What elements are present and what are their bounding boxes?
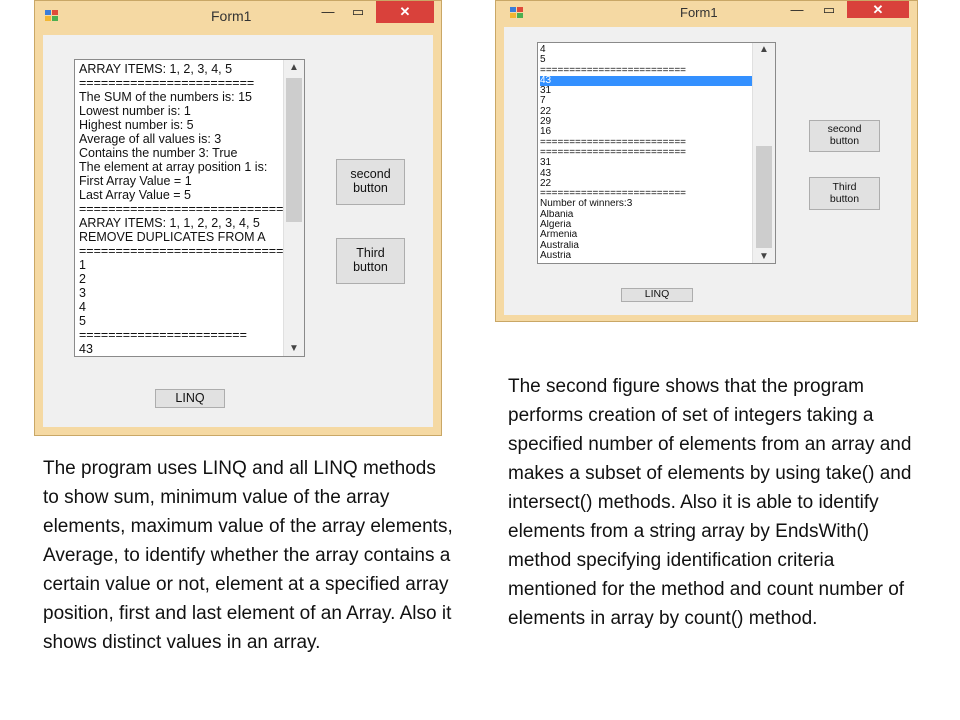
list-item[interactable]: ========================= — [540, 148, 775, 158]
list-item[interactable]: 1 — [79, 258, 304, 272]
window-title: Form1 — [680, 5, 718, 20]
left-caption: The program uses LINQ and all LINQ metho… — [43, 458, 453, 653]
list-item[interactable]: 22 — [540, 179, 775, 189]
scroll-up-arrow-icon[interactable]: ▲ — [753, 44, 775, 55]
second-button[interactable]: second button — [336, 159, 405, 205]
list-item[interactable]: 43 — [540, 169, 775, 179]
list-item[interactable]: 2 — [79, 272, 304, 286]
window-title: Form1 — [211, 8, 252, 24]
third-button[interactable]: Third button — [336, 238, 405, 284]
list-item[interactable]: ========================= — [540, 138, 775, 148]
list-item[interactable]: 4 — [540, 45, 775, 55]
listbox-scrollbar[interactable]: ▲ ▼ — [752, 43, 775, 263]
list-item[interactable]: The SUM of the numbers is: 15 — [79, 90, 304, 104]
list-item[interactable]: Highest number is: 5 — [79, 118, 304, 132]
listbox-scrollbar[interactable]: ▲ ▼ — [283, 60, 304, 356]
list-item[interactable]: 7 — [540, 96, 775, 106]
scroll-down-arrow-icon[interactable]: ▼ — [284, 343, 304, 354]
list-item[interactable]: Armenia — [540, 230, 775, 240]
right-caption: The second figure shows that the program… — [508, 376, 912, 629]
list-item[interactable]: 31 — [540, 86, 775, 96]
linq-button[interactable]: LINQ — [155, 389, 225, 408]
list-item[interactable]: Number of winners:3 — [540, 199, 775, 209]
list-item[interactable]: Last Array Value = 5 — [79, 188, 304, 202]
scroll-down-arrow-icon[interactable]: ▼ — [753, 251, 775, 262]
form1-window-right: Form1 — ▭ ✕ 4 5 ========================= 4… — [495, 0, 918, 322]
form1-window-left: Form1 — ▭ ✕ ARRAY ITEMS: 1, 2, 3, 4, 5 ==… — [34, 0, 442, 436]
list-item[interactable]: 29 — [540, 117, 775, 127]
list-item[interactable]: Contains the number 3: True — [79, 146, 304, 160]
list-item[interactable]: ======================== — [79, 76, 304, 90]
list-item[interactable]: ============================== — [79, 202, 304, 216]
maximize-icon[interactable]: ▭ — [816, 1, 842, 19]
close-icon[interactable]: ✕ — [376, 1, 434, 23]
list-item[interactable]: Algeria — [540, 220, 775, 230]
title-bar[interactable]: Form1 — ▭ ✕ — [496, 1, 917, 25]
scrollbar-thumb[interactable] — [286, 78, 302, 222]
app-icon — [510, 7, 524, 19]
list-item[interactable]: 43 — [540, 75, 775, 87]
list-item[interactable]: REMOVE DUPLICATES FROM A — [79, 230, 304, 244]
minimize-icon[interactable]: — — [314, 1, 342, 23]
scrollbar-thumb[interactable] — [756, 146, 772, 248]
output-listbox[interactable]: 4 5 ========================= 43 31 7 22 29 16 ==… — [537, 42, 776, 264]
list-item[interactable]: Australia — [540, 241, 775, 251]
list-item[interactable]: 3 — [79, 286, 304, 300]
close-icon[interactable]: ✕ — [847, 1, 909, 18]
third-button[interactable]: Third button — [809, 177, 880, 210]
list-item[interactable]: ======================= — [79, 328, 304, 342]
list-item[interactable]: 4 — [79, 300, 304, 314]
list-item[interactable]: 5 — [79, 314, 304, 328]
scroll-up-arrow-icon[interactable]: ▲ — [284, 62, 304, 73]
list-item[interactable]: Albania — [540, 210, 775, 220]
list-item[interactable]: 16 — [540, 127, 775, 137]
list-item[interactable]: ========================= — [540, 189, 775, 199]
list-item[interactable]: ========================= — [540, 66, 775, 76]
form-client-area: ARRAY ITEMS: 1, 2, 3, 4, 5 ==============… — [43, 35, 433, 427]
list-item[interactable]: The element at array position 1 is: — [79, 160, 304, 174]
list-item[interactable]: 31 — [540, 158, 775, 168]
list-item[interactable]: ============================== — [79, 244, 304, 258]
list-item[interactable]: Lowest number is: 1 — [79, 104, 304, 118]
list-item[interactable]: First Array Value = 1 — [79, 174, 304, 188]
list-item[interactable]: ARRAY ITEMS: 1, 2, 3, 4, 5 — [79, 62, 304, 76]
output-listbox[interactable]: ARRAY ITEMS: 1, 2, 3, 4, 5 ==============… — [74, 59, 305, 357]
title-bar[interactable]: Form1 — ▭ ✕ — [35, 1, 441, 31]
minimize-icon[interactable]: — — [784, 1, 810, 19]
list-item[interactable]: ARRAY ITEMS: 1, 1, 2, 2, 3, 4, 5 — [79, 216, 304, 230]
list-item[interactable]: Average of all values is: 3 — [79, 132, 304, 146]
app-icon — [45, 10, 59, 22]
maximize-icon[interactable]: ▭ — [344, 1, 372, 23]
list-item[interactable]: Austria — [540, 251, 775, 261]
list-item[interactable]: 43 — [79, 342, 304, 356]
list-item[interactable]: 22 — [540, 107, 775, 117]
linq-button[interactable]: LINQ — [621, 288, 693, 302]
form-client-area: 4 5 ========================= 43 31 7 22 29 16 ==… — [504, 27, 911, 315]
list-item[interactable]: 5 — [540, 55, 775, 65]
second-button[interactable]: second button — [809, 120, 880, 152]
